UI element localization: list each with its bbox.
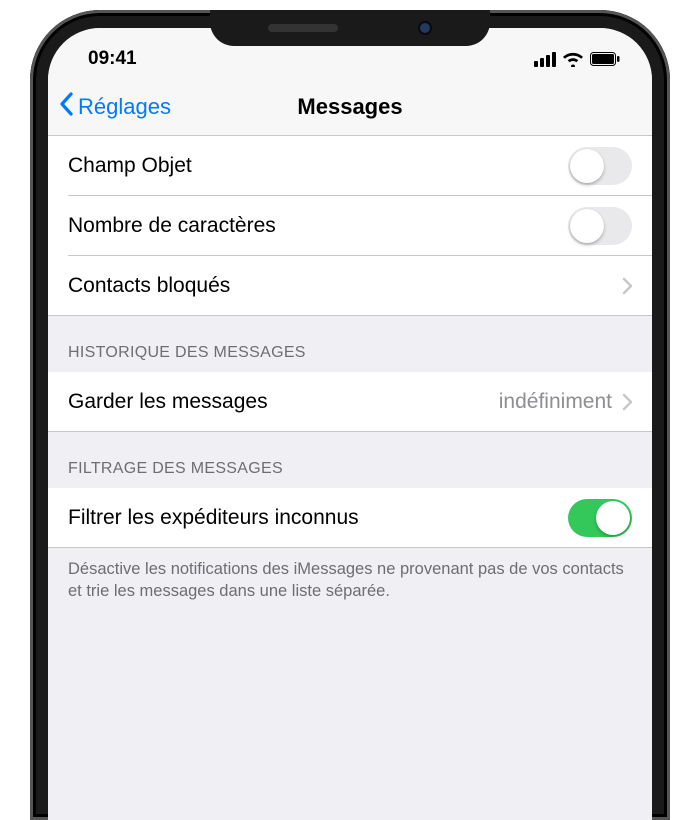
row-label: Contacts bloqués — [68, 274, 230, 298]
row-value: indéfiniment — [499, 390, 612, 414]
chevron-right-icon — [622, 277, 632, 295]
cellular-signal-icon — [534, 52, 556, 67]
chevron-right-icon — [622, 393, 632, 411]
nav-title: Messages — [297, 94, 402, 120]
toggle-show-subject[interactable] — [568, 147, 632, 185]
toggle-character-count[interactable] — [568, 207, 632, 245]
battery-icon — [590, 52, 620, 66]
section-header-history: HISTORIQUE DES MESSAGES — [48, 316, 652, 372]
section-header-filtering: FILTRAGE DES MESSAGES — [48, 432, 652, 488]
camera-lens — [418, 21, 432, 35]
section-footer-filtering: Désactive les notifications des iMessage… — [48, 548, 652, 623]
notch — [210, 10, 490, 46]
row-keep-messages[interactable]: Garder les messages indéfiniment — [48, 372, 652, 432]
row-blocked-contacts[interactable]: Contacts bloqués — [48, 256, 652, 316]
row-filter-unknown-senders[interactable]: Filtrer les expéditeurs inconnus — [48, 488, 652, 548]
settings-list: Champ Objet Nombre de caractères Contact… — [48, 136, 652, 623]
status-time: 09:41 — [88, 48, 137, 70]
row-show-subject-field[interactable]: Champ Objet — [48, 136, 652, 196]
wifi-icon — [562, 51, 584, 67]
speaker-grill — [268, 24, 338, 32]
chevron-left-icon — [58, 92, 74, 122]
back-button[interactable]: Réglages — [58, 92, 171, 122]
screen: 09:41 Réglages Messages — [48, 28, 652, 820]
back-label: Réglages — [78, 94, 171, 120]
row-label: Garder les messages — [68, 390, 268, 414]
row-character-count[interactable]: Nombre de caractères — [48, 196, 652, 256]
nav-bar: Réglages Messages — [48, 78, 652, 136]
row-label: Champ Objet — [68, 154, 192, 178]
device-frame: 09:41 Réglages Messages — [30, 10, 670, 820]
toggle-filter-unknown[interactable] — [568, 499, 632, 537]
row-label: Nombre de caractères — [68, 214, 276, 238]
row-label: Filtrer les expéditeurs inconnus — [68, 506, 359, 530]
